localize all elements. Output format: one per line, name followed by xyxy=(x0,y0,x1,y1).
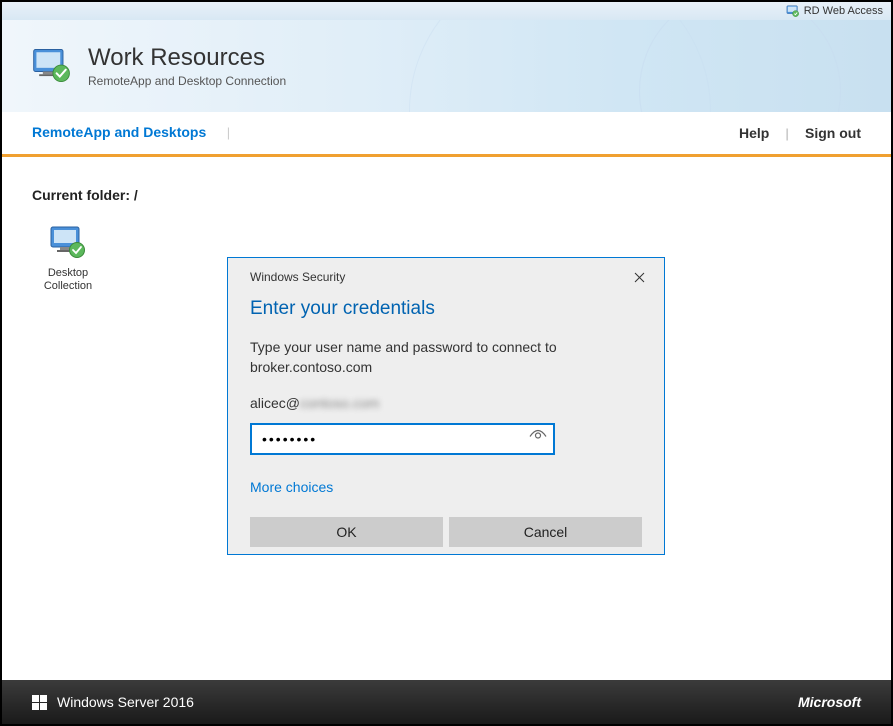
dialog-window-title: Windows Security xyxy=(250,270,345,284)
desktop-collection-icon xyxy=(48,223,88,263)
page-title: Work Resources xyxy=(88,44,286,72)
footer: Windows Server 2016 Microsoft xyxy=(2,680,891,724)
current-folder-label: Current folder: / xyxy=(32,187,861,203)
eye-icon xyxy=(529,430,547,444)
top-access-label: RD Web Access xyxy=(804,5,883,17)
header-banner: Work Resources RemoteApp and Desktop Con… xyxy=(2,20,891,112)
windows-logo-icon xyxy=(32,695,47,710)
password-input[interactable] xyxy=(250,423,555,455)
help-link[interactable]: Help xyxy=(739,125,769,141)
dialog-heading: Enter your credentials xyxy=(250,298,642,320)
nav-divider: | xyxy=(785,126,789,141)
windows-security-dialog: Windows Security Enter your credentials … xyxy=(227,257,665,555)
dialog-username: alicec@contoso.com xyxy=(250,395,642,411)
dialog-message: Type your user name and password to conn… xyxy=(250,338,642,377)
app-item-desktop-collection[interactable]: Desktop Collection xyxy=(32,223,104,293)
tab-remoteapp-desktops[interactable]: RemoteApp and Desktops xyxy=(32,124,206,140)
work-resources-icon xyxy=(30,44,74,88)
close-button[interactable] xyxy=(630,268,648,286)
nav-divider: | xyxy=(227,125,230,140)
close-icon xyxy=(634,272,645,283)
os-label: Windows Server 2016 xyxy=(57,694,194,710)
nav-bar: RemoteApp and Desktops | Help | Sign out xyxy=(2,112,891,157)
rd-access-icon xyxy=(786,4,800,18)
page-subtitle: RemoteApp and Desktop Connection xyxy=(88,74,286,88)
app-item-label: Desktop Collection xyxy=(32,267,104,293)
ok-button[interactable]: OK xyxy=(250,517,443,547)
top-access-bar: RD Web Access xyxy=(2,2,891,20)
signout-link[interactable]: Sign out xyxy=(805,125,861,141)
cancel-button[interactable]: Cancel xyxy=(449,517,642,547)
brand-label: Microsoft xyxy=(798,694,861,710)
more-choices-link[interactable]: More choices xyxy=(250,479,642,495)
reveal-password-button[interactable] xyxy=(529,430,547,449)
